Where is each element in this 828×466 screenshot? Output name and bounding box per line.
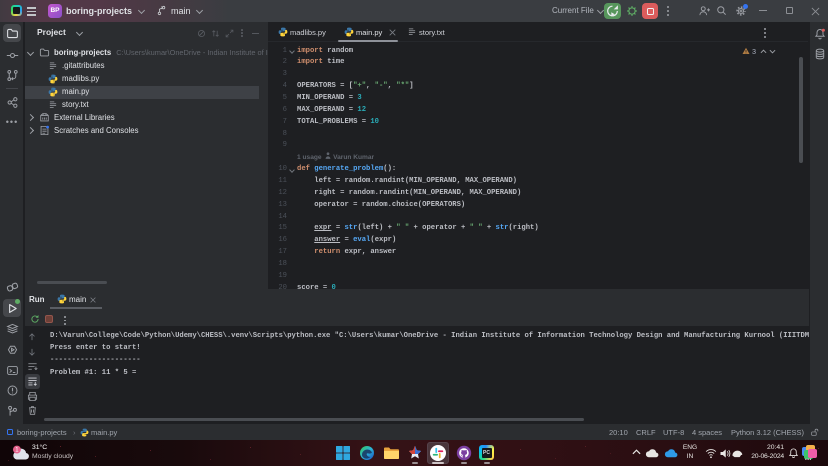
svg-text:1: 1 (15, 448, 18, 454)
